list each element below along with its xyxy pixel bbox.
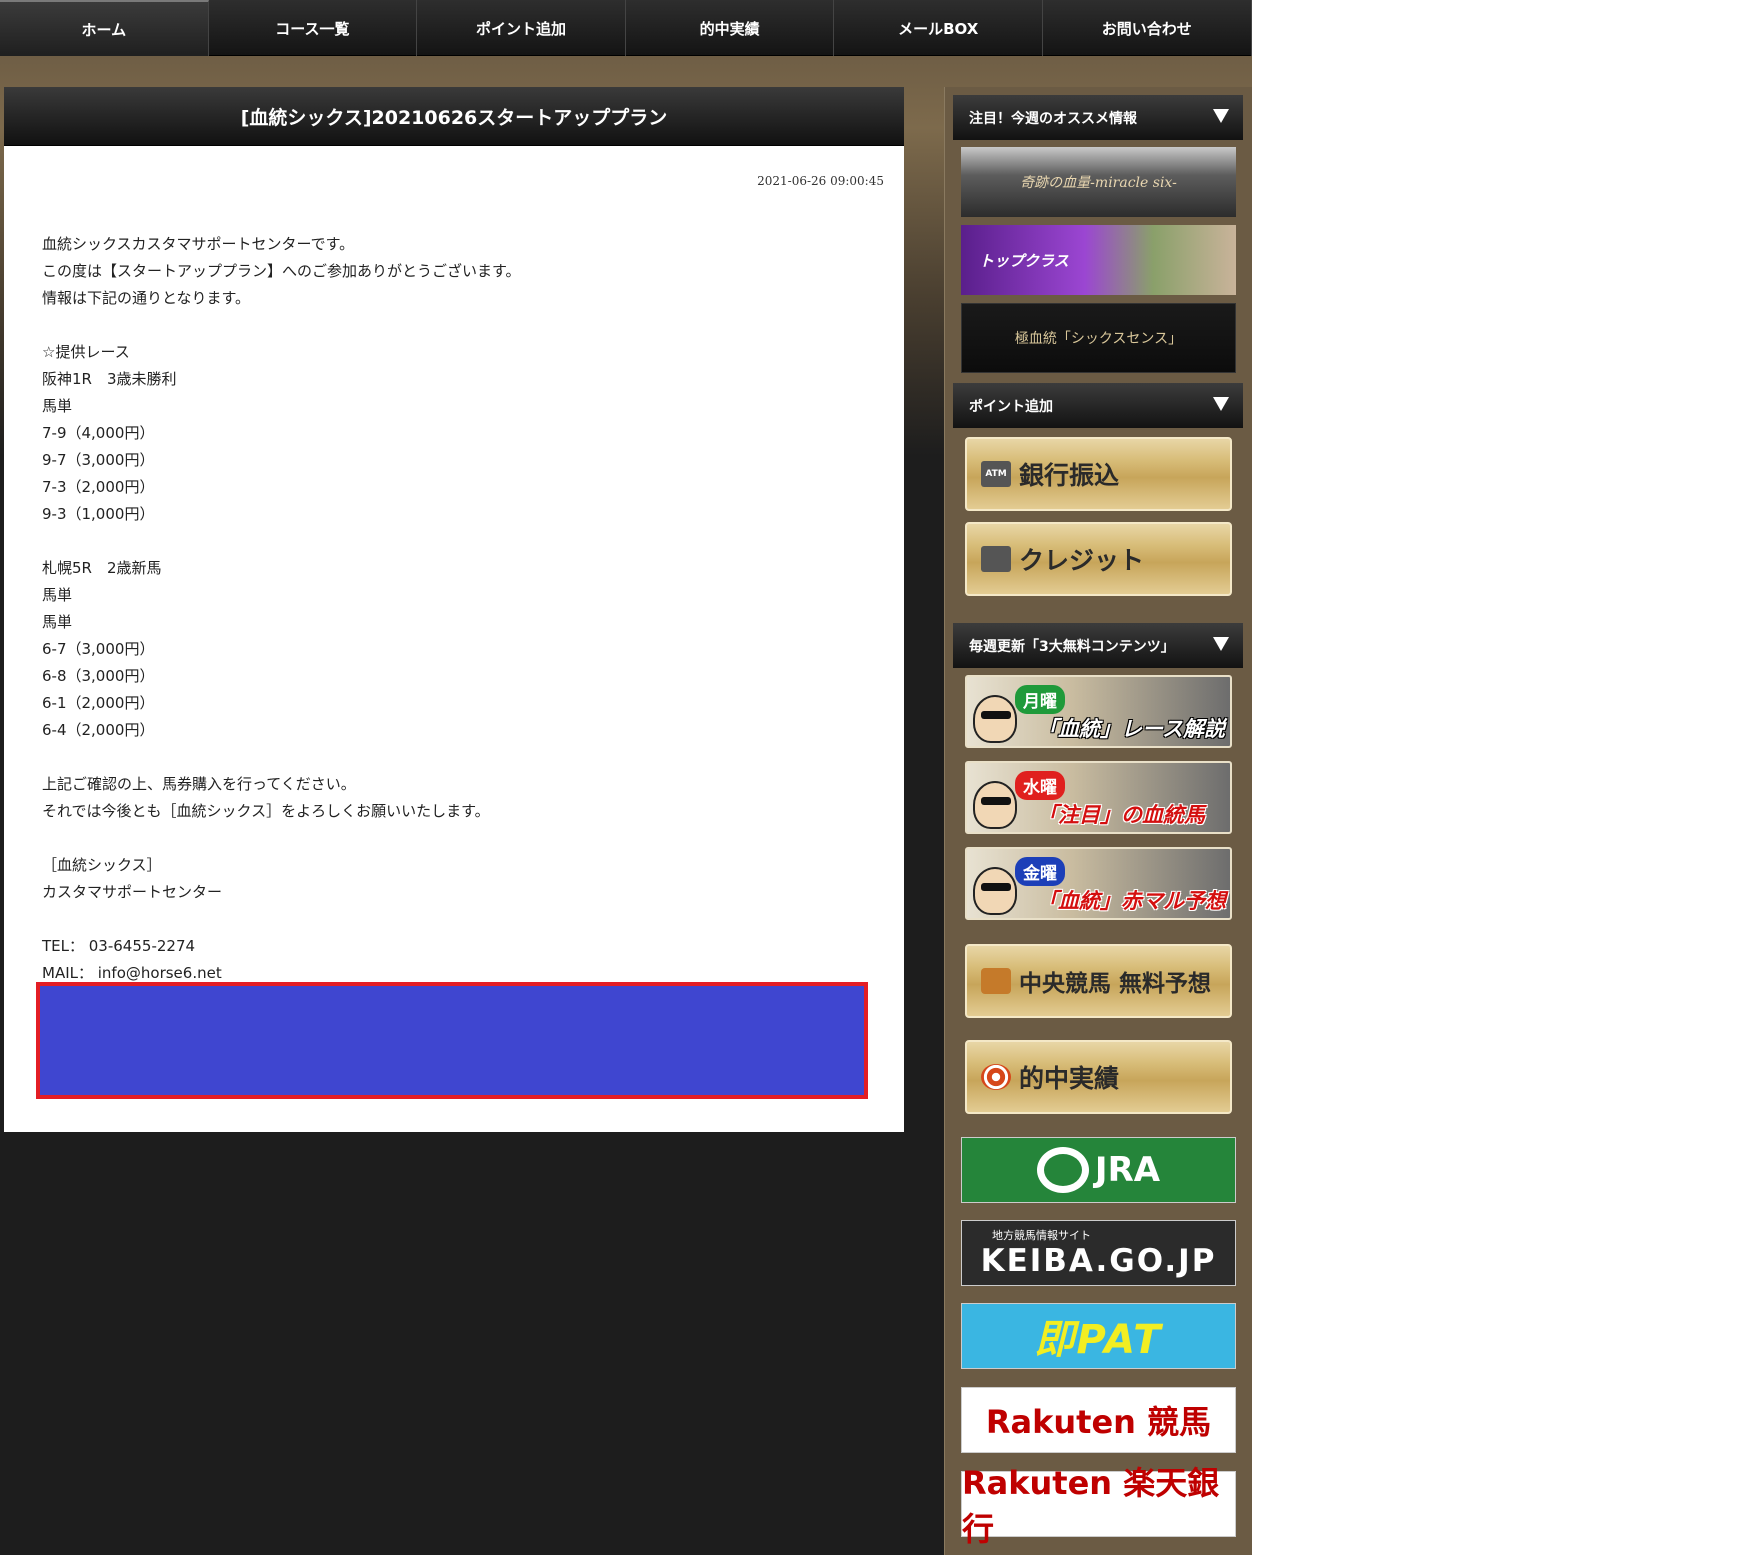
triangle-down-icon xyxy=(1213,109,1229,123)
triangle-down-icon xyxy=(1213,637,1229,651)
free-prediction-button[interactable]: 中央競馬 無料予想 xyxy=(965,944,1232,1018)
day-badge: 月曜 xyxy=(1015,685,1065,714)
sidebar-heading-label: ポイント追加 xyxy=(969,398,1053,415)
article-text: 血統シックスカスタマサポートセンターです。 この度は【スタートアッププラン】への… xyxy=(42,235,521,982)
link-label: JRA xyxy=(1094,1150,1161,1190)
sidebar-heading-points: ポイント追加 xyxy=(953,383,1243,428)
link-label: KEIBA.GO.JP xyxy=(980,1243,1217,1279)
target-icon xyxy=(981,1064,1011,1090)
results-button[interactable]: 的中実績 xyxy=(965,1040,1232,1114)
jra-link[interactable]: JRA xyxy=(961,1137,1236,1203)
link-caption: 地方競馬情報サイト xyxy=(992,1229,1091,1242)
bank-transfer-button[interactable]: ATM 銀行振込 xyxy=(965,437,1232,511)
button-label: 銀行振込 xyxy=(1019,461,1120,490)
rakuten-bank-link[interactable]: Rakuten 楽天銀行 xyxy=(961,1464,1236,1548)
credit-card-icon xyxy=(981,546,1011,572)
article: [血統シックス]20210626スタートアッププラン 2021-06-26 09… xyxy=(4,87,904,1132)
banner-label: トップクラス xyxy=(979,251,1069,270)
day-badge: 金曜 xyxy=(1015,857,1065,886)
banner-top-class[interactable]: トップクラス xyxy=(961,225,1236,295)
banner-label: 極血統「シックスセンス」 xyxy=(1014,331,1183,347)
banner-title: 「血統」レース解説 xyxy=(1037,717,1225,741)
banner-label: 奇跡の血量-miracle six- xyxy=(1020,175,1177,191)
nav-courses[interactable]: コース一覧 xyxy=(209,0,418,56)
atm-icon: ATM xyxy=(981,461,1011,487)
sidebar-heading-label: 毎週更新「3大無料コンテンツ」 xyxy=(969,638,1175,655)
site: ホーム コース一覧 ポイント追加 的中実績 メールBOX お問い合わせ [血統シ… xyxy=(0,0,1252,1555)
button-label: クレジット xyxy=(1019,546,1145,575)
sidebar-heading-recommend: 注目！今週のオススメ情報 xyxy=(953,95,1243,140)
friday-red-circle-banner[interactable]: 金曜 「血統」赤マル予想 xyxy=(965,847,1232,920)
horse-icon xyxy=(981,968,1011,994)
article-body: 2021-06-26 09:00:45 血統シックスカスタマサポートセンターです… xyxy=(4,146,904,1132)
nav-results[interactable]: 的中実績 xyxy=(626,0,835,56)
jra-logo-icon xyxy=(1036,1147,1089,1193)
mascot-face-icon xyxy=(973,867,1017,915)
sidebar-heading-label: 注目！今週のオススメ情報 xyxy=(969,110,1137,127)
soku-pat-link[interactable]: 即PAT xyxy=(961,1303,1236,1369)
nav-home[interactable]: ホーム xyxy=(0,0,209,56)
sidebar-heading-free-content: 毎週更新「3大無料コンテンツ」 xyxy=(953,623,1243,668)
banner-title: 「注目」の血統馬 xyxy=(1037,803,1205,827)
nav-mailbox[interactable]: メールBOX xyxy=(834,0,1043,56)
day-badge: 水曜 xyxy=(1015,771,1065,800)
ad-banner[interactable] xyxy=(36,982,868,1099)
rakuten-keiba-link[interactable]: Rakuten 競馬 xyxy=(961,1387,1236,1453)
banner-title: 「血統」赤マル予想 xyxy=(1037,889,1226,913)
link-label: 即PAT xyxy=(1034,1317,1163,1363)
credit-button[interactable]: クレジット xyxy=(965,522,1232,596)
mascot-face-icon xyxy=(973,781,1017,829)
sidebar: 注目！今週のオススメ情報 奇跡の血量-miracle six- トップクラス 極… xyxy=(944,87,1252,1555)
article-date: 2021-06-26 09:00:45 xyxy=(757,174,884,188)
mascot-face-icon xyxy=(973,695,1017,743)
banner-sixth-sense[interactable]: 極血統「シックスセンス」 xyxy=(961,303,1236,373)
button-label: 的中実績 xyxy=(1019,1064,1120,1093)
nav-contact[interactable]: お問い合わせ xyxy=(1043,0,1252,56)
top-nav: ホーム コース一覧 ポイント追加 的中実績 メールBOX お問い合わせ xyxy=(0,0,1252,56)
link-label: Rakuten 競馬 xyxy=(985,1403,1212,1441)
keiba-go-jp-link[interactable]: 地方競馬情報サイト KEIBA.GO.JP xyxy=(961,1220,1236,1286)
article-title: [血統シックス]20210626スタートアッププラン xyxy=(4,87,904,146)
triangle-down-icon xyxy=(1213,397,1229,411)
monday-race-commentary-banner[interactable]: 月曜 「血統」レース解説 xyxy=(965,675,1232,748)
button-label: 中央競馬 無料予想 xyxy=(1019,971,1212,997)
nav-add-points[interactable]: ポイント追加 xyxy=(417,0,626,56)
wednesday-featured-horse-banner[interactable]: 水曜 「注目」の血統馬 xyxy=(965,761,1232,834)
link-label: Rakuten 楽天銀行 xyxy=(962,1464,1220,1548)
banner-miracle-six[interactable]: 奇跡の血量-miracle six- xyxy=(961,147,1236,217)
